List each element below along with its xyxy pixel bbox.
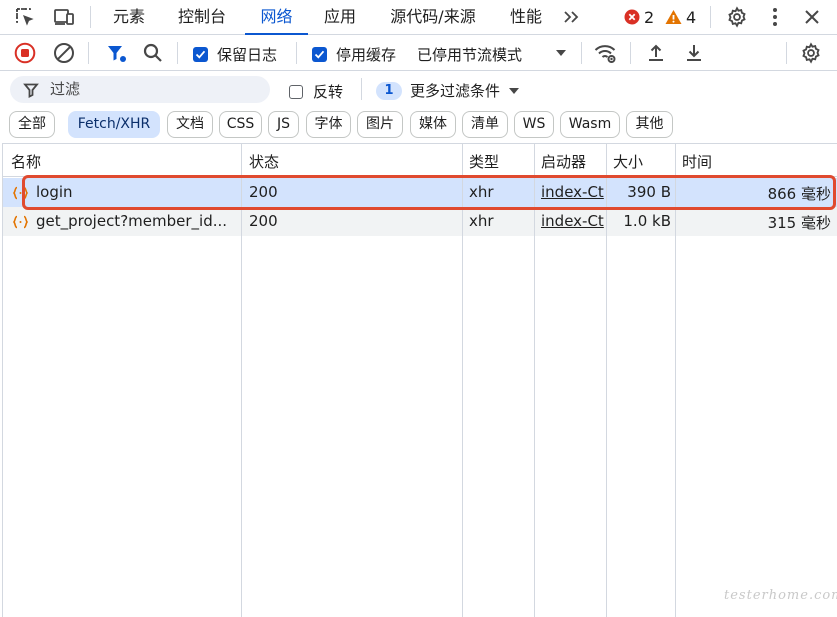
import-har-upload-icon[interactable] [643,40,669,66]
resource-type-filters: 全部 Fetch/XHR 文档 CSS JS 字体 图片 媒体 清单 WS Wa… [0,108,837,142]
error-icon [624,9,640,25]
dropdown-caret-icon [508,86,520,96]
request-initiator-link[interactable]: index-Ct [541,183,607,201]
request-name: login [36,183,73,201]
warning-badge[interactable]: 4 [665,7,697,27]
column-divider[interactable] [534,144,535,617]
column-divider[interactable] [606,144,607,617]
network-toolbar: 保留日志 停用缓存 已停用节流模式 [0,35,837,71]
table-row[interactable]: get_project?member_id... 200 xhr index-C… [3,207,837,236]
tab-performance[interactable]: 性能 [503,0,549,34]
chip-font[interactable]: 字体 [306,111,351,138]
throttling-select[interactable]: 已停用节流模式 [417,44,522,65]
col-header-initiator[interactable]: 启动器 [541,151,586,172]
throttling-dropdown-icon[interactable] [548,40,574,66]
col-header-name[interactable]: 名称 [11,151,41,172]
settings-gear-icon[interactable] [724,4,750,30]
filter-input[interactable] [48,78,258,100]
watermark: testerhome.com [724,588,837,603]
column-divider[interactable] [675,144,676,617]
filter-funnel-icon [23,82,39,98]
chip-image[interactable]: 图片 [357,111,403,138]
more-filters-label: 更多过滤条件 [410,82,501,100]
request-type: xhr [469,212,494,230]
warning-icon [665,9,682,25]
checkbox-unchecked-icon [289,84,303,99]
tab-network[interactable]: 网络 [245,0,308,35]
more-options-kebab-icon[interactable] [762,4,788,30]
xhr-request-icon [12,185,29,201]
request-status: 200 [249,212,278,230]
clear-icon[interactable] [51,40,77,66]
disable-cache-checkbox[interactable]: 停用缓存 [312,44,396,65]
xhr-request-icon [12,214,29,230]
filter-row: 反转 1 更多过滤条件 [0,72,837,106]
table-row[interactable]: login 200 xhr index-Ct 390 B 866 毫秒 [3,178,837,207]
tab-sources[interactable]: 源代码/来源 [383,0,483,34]
warning-count: 4 [686,7,697,27]
devtools-tab-bar: 元素 控制台 网络 应用 源代码/来源 性能 2 4 [0,0,837,35]
network-conditions-wifi-icon[interactable] [592,40,618,66]
device-toolbar-icon[interactable] [51,4,77,30]
export-har-download-icon[interactable] [681,40,707,66]
chip-wasm[interactable]: Wasm [560,111,620,138]
request-type: xhr [469,183,494,201]
error-badge[interactable]: 2 [624,7,655,27]
col-header-status[interactable]: 状态 [249,151,279,172]
network-settings-gear-icon[interactable] [798,40,824,66]
chip-js[interactable]: JS [268,111,299,138]
disable-cache-label: 停用缓存 [336,46,397,64]
chip-media[interactable]: 媒体 [410,111,456,138]
column-divider[interactable] [241,144,242,617]
col-header-type[interactable]: 类型 [469,151,499,172]
request-size: 390 B [627,183,671,201]
filter-funnel-icon[interactable] [103,40,129,66]
invert-checkbox[interactable]: 反转 [289,81,343,102]
tab-application[interactable]: 应用 [316,0,364,34]
request-status: 200 [249,183,278,201]
more-filters-count: 1 [376,81,402,100]
checkbox-checked-icon [193,47,208,62]
network-request-table: 名称 状态 类型 启动器 大小 时间 login 200 xhr index-C… [2,143,837,617]
record-stop-icon[interactable] [12,40,38,66]
tab-console[interactable]: 控制台 [170,0,234,34]
tab-elements[interactable]: 元素 [106,0,152,34]
chip-fetch-xhr[interactable]: Fetch/XHR [68,111,160,138]
chip-css[interactable]: CSS [219,111,262,138]
column-divider[interactable] [462,144,463,617]
throttling-value: 已停用节流模式 [417,46,523,64]
more-tabs-chevron-icon[interactable] [559,4,585,30]
chip-other[interactable]: 其他 [626,111,673,138]
preserve-log-label: 保留日志 [217,46,278,64]
request-size: 1.0 kB [623,212,671,230]
request-initiator-link[interactable]: index-Ct [541,212,607,230]
chip-document[interactable]: 文档 [167,111,213,138]
chip-all[interactable]: 全部 [9,111,55,138]
col-header-size[interactable]: 大小 [613,151,643,172]
close-devtools-icon[interactable] [799,4,825,30]
more-filters-dropdown[interactable]: 1 更多过滤条件 [376,80,520,101]
table-header: 名称 状态 类型 启动器 大小 时间 [3,144,837,177]
error-count: 2 [644,7,655,27]
request-time: 866 毫秒 [767,185,831,203]
inspect-element-icon[interactable] [12,4,38,30]
chip-manifest[interactable]: 清单 [462,111,508,138]
filter-box [10,76,270,103]
chip-ws[interactable]: WS [514,111,554,138]
request-time: 315 毫秒 [767,214,831,232]
request-name: get_project?member_id... [36,212,228,230]
invert-label: 反转 [313,83,344,101]
checkbox-checked-icon [312,47,327,62]
col-header-time[interactable]: 时间 [682,151,712,172]
preserve-log-checkbox[interactable]: 保留日志 [193,44,277,65]
search-icon[interactable] [140,40,166,66]
